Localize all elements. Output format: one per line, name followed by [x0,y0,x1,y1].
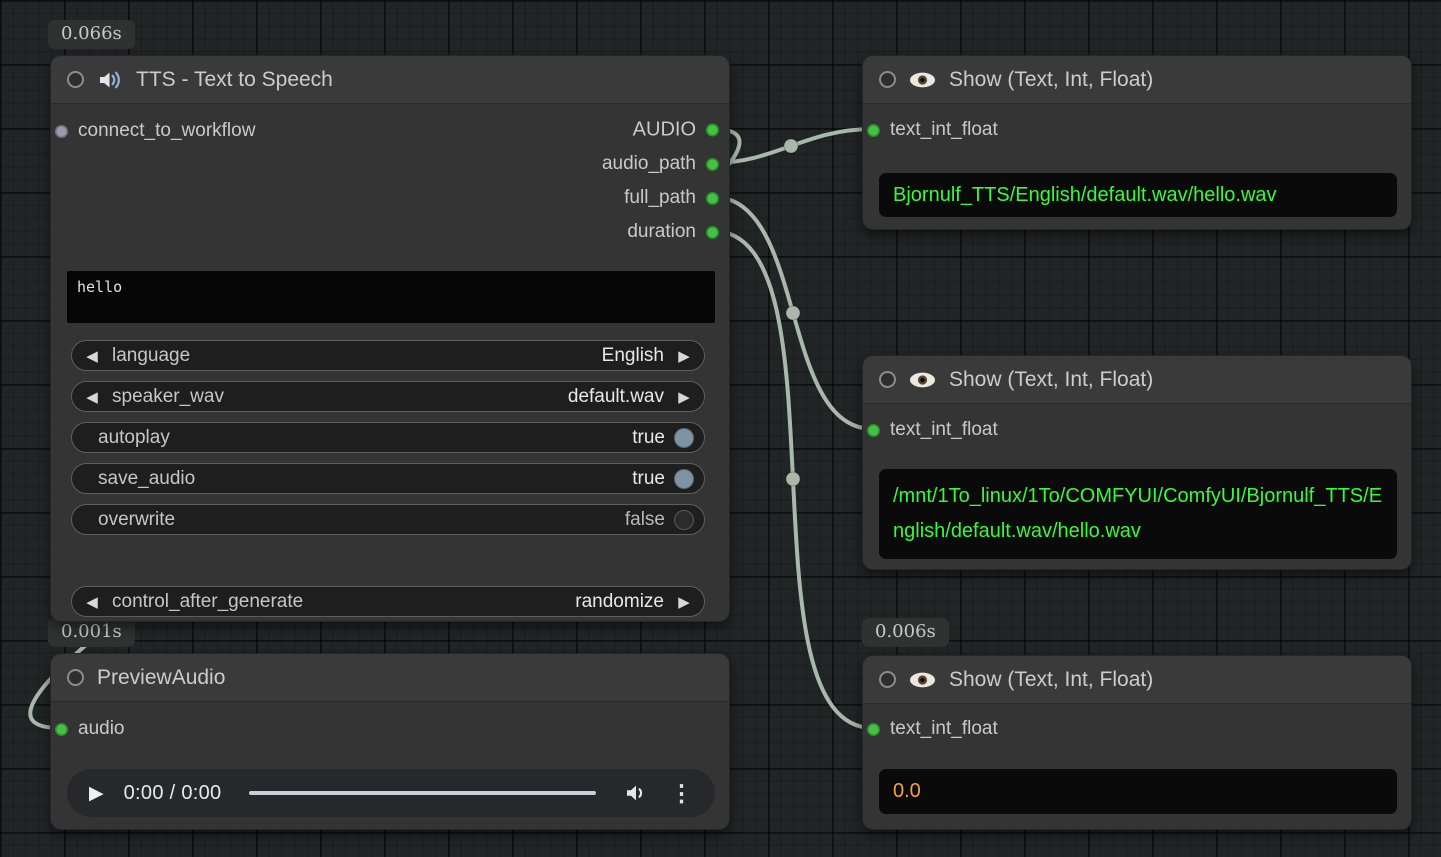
node-tts-text-to-speech[interactable]: TTS - Text to Speech connect_to_workflow… [50,55,730,622]
widget-label: autoplay [98,427,170,449]
widget-label: save_audio [98,468,195,490]
volume-icon[interactable] [624,781,648,805]
slot-label: text_int_float [890,119,998,141]
input-dot-icon[interactable] [867,124,880,137]
node-preview-audio[interactable]: PreviewAudio audio ▶ 0:00 / 0:00 ⋮ [50,653,730,830]
output-dot-icon[interactable] [706,158,719,171]
collapse-dot[interactable] [879,671,896,688]
collapse-dot[interactable] [879,71,896,88]
widget-save-audio[interactable]: save_audio true [71,463,705,494]
node-show-full-path[interactable]: Show (Text, Int, Float) text_int_float /… [862,355,1412,570]
eye-icon [909,672,936,688]
widget-value: default.wav [568,386,664,408]
playback-time: 0:00 / 0:00 [124,782,222,805]
widget-label: language [112,345,190,367]
node-title: Show (Text, Int, Float) [949,68,1153,92]
toggle-knob[interactable] [674,469,694,489]
slot-label: text_int_float [890,718,998,740]
timing-badge-show-duration: 0.006s [862,618,949,647]
output-dot-icon[interactable] [706,192,719,205]
slot-label: duration [627,221,696,243]
node-title: TTS - Text to Speech [136,68,333,92]
input-dot-icon[interactable] [867,723,880,736]
toggle-knob[interactable] [674,428,694,448]
node-header[interactable]: Show (Text, Int, Float) [863,656,1411,704]
widget-value: false [625,509,665,531]
increment-arrow-icon[interactable]: ▶ [664,593,704,611]
show-value-display: 0.0 [879,769,1397,814]
collapse-dot[interactable] [67,669,84,686]
input-slot-audio[interactable]: audio [55,718,125,740]
slot-label: full_path [624,187,696,209]
collapse-dot[interactable] [879,371,896,388]
node-header[interactable]: Show (Text, Int, Float) [863,356,1411,404]
slot-label: connect_to_workflow [78,120,255,142]
widget-label: overwrite [98,509,175,531]
node-header[interactable]: TTS - Text to Speech [51,56,729,104]
node-show-duration[interactable]: Show (Text, Int, Float) text_int_float 0… [862,655,1412,830]
eye-icon [909,372,936,388]
link-midpoint-dot[interactable] [784,139,798,153]
slot-label: audio_path [602,153,696,175]
output-slot-duration[interactable]: duration [627,221,719,243]
input-dot-icon[interactable] [867,424,880,437]
widget-control-after-generate[interactable]: ◀ control_after_generate randomize ▶ [71,586,705,617]
input-slot-connect-to-workflow[interactable]: connect_to_workflow [55,120,255,142]
output-slot-audio[interactable]: AUDIO [633,119,719,142]
tts-speaker-icon [97,67,123,93]
slot-label: audio [78,718,125,740]
increment-arrow-icon[interactable]: ▶ [664,347,704,365]
decrement-arrow-icon[interactable]: ◀ [72,593,112,611]
comfyui-node-graph-canvas[interactable]: 0.066s 0.001s 0.006s TTS - Text to Speec… [0,0,1441,857]
widget-value: true [632,468,665,490]
output-dot-icon[interactable] [706,124,719,137]
output-dot-icon[interactable] [706,226,719,239]
widget-language[interactable]: ◀ language English ▶ [71,340,705,371]
widget-value: English [602,345,664,367]
input-slot-text-int-float[interactable]: text_int_float [867,419,998,441]
timing-badge-tts: 0.066s [48,20,135,49]
input-dot-icon[interactable] [55,125,68,138]
collapse-dot[interactable] [67,71,84,88]
widget-label: speaker_wav [112,386,224,408]
widget-overwrite[interactable]: overwrite false [71,504,705,535]
link-midpoint-dot[interactable] [786,472,800,486]
input-slot-text-int-float[interactable]: text_int_float [867,718,998,740]
output-slot-audio-path[interactable]: audio_path [602,153,719,175]
widget-speaker-wav[interactable]: ◀ speaker_wav default.wav ▶ [71,381,705,412]
seek-slider[interactable] [249,791,596,795]
widget-value: true [632,427,665,449]
widget-value: randomize [575,591,664,613]
toggle-knob[interactable] [674,510,694,530]
decrement-arrow-icon[interactable]: ◀ [72,347,112,365]
node-title: Show (Text, Int, Float) [949,368,1153,392]
text-prompt-input[interactable]: hello [67,271,715,323]
show-value-display: /mnt/1To_linux/1To/COMFYUI/ComfyUI/Bjorn… [879,469,1397,559]
widget-autoplay[interactable]: autoplay true [71,422,705,453]
output-slot-full-path[interactable]: full_path [624,187,719,209]
player-menu-button[interactable]: ⋮ [670,780,693,807]
increment-arrow-icon[interactable]: ▶ [664,388,704,406]
eye-icon [909,72,936,88]
audio-player[interactable]: ▶ 0:00 / 0:00 ⋮ [67,769,715,817]
link-midpoint-dot[interactable] [786,306,800,320]
show-value-display: Bjornulf_TTS/English/default.wav/hello.w… [879,173,1397,217]
input-dot-icon[interactable] [55,723,68,736]
node-show-audio-path[interactable]: Show (Text, Int, Float) text_int_float B… [862,55,1412,230]
decrement-arrow-icon[interactable]: ◀ [72,388,112,406]
node-title: Show (Text, Int, Float) [949,668,1153,692]
slot-label: AUDIO [633,119,696,142]
node-header[interactable]: PreviewAudio [51,654,729,702]
node-header[interactable]: Show (Text, Int, Float) [863,56,1411,104]
input-slot-text-int-float[interactable]: text_int_float [867,119,998,141]
slot-label: text_int_float [890,419,998,441]
widget-label: control_after_generate [112,591,303,613]
play-button[interactable]: ▶ [89,782,104,805]
timing-badge-preview-audio: 0.001s [48,618,135,647]
node-title: PreviewAudio [97,666,225,690]
